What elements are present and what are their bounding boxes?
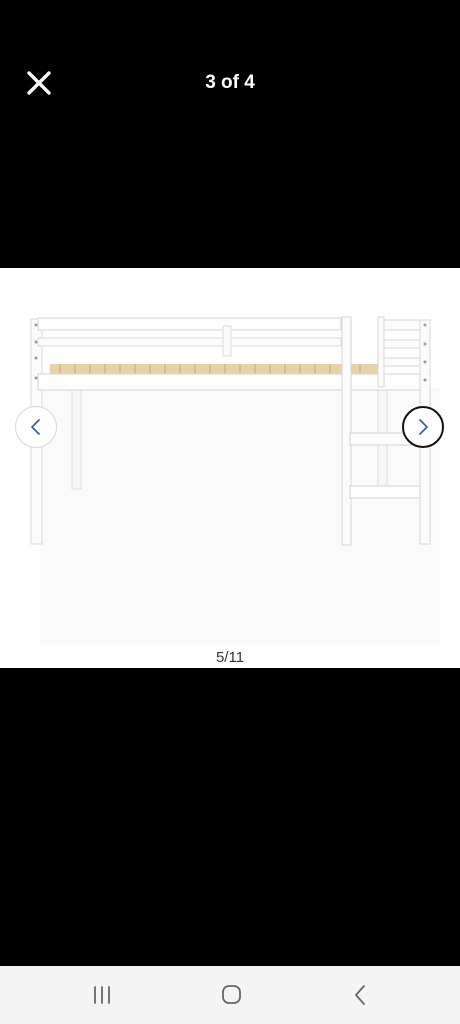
previous-image-button[interactable] <box>15 406 57 448</box>
home-icon <box>222 985 241 1004</box>
product-image <box>20 268 440 648</box>
image-counter: 3 of 4 <box>205 72 255 93</box>
recent-apps-icon <box>94 986 110 1004</box>
viewer-header: 3 of 4 <box>0 0 460 170</box>
back-button[interactable] <box>340 982 380 1008</box>
chevron-right-icon <box>419 419 428 435</box>
system-navigation-bar <box>0 966 460 1024</box>
loft-bed-illustration <box>30 316 440 643</box>
image-index-label: 5/11 <box>215 649 245 666</box>
back-icon <box>355 985 365 1005</box>
recent-apps-button[interactable] <box>82 982 122 1008</box>
next-image-button[interactable] <box>402 406 444 448</box>
chevron-left-icon <box>31 419 40 435</box>
image-carousel[interactable]: 5/11 <box>0 268 460 668</box>
home-button[interactable] <box>211 982 251 1008</box>
